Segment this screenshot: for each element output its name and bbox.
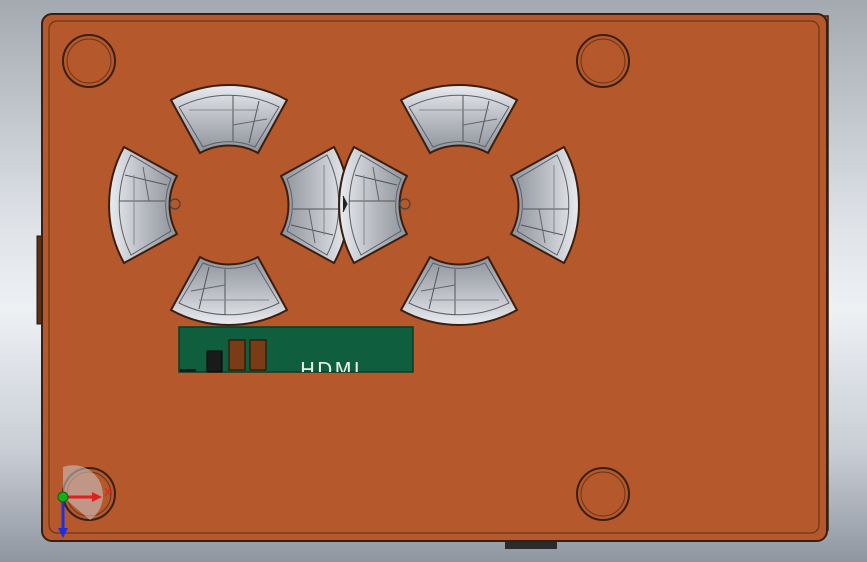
pcb-component-amber-1: [228, 339, 246, 371]
bottom-connector: [505, 541, 557, 549]
pcb-corner-pad: [180, 369, 196, 372]
mounting-hole-top-right[interactable]: [576, 34, 630, 88]
model-render[interactable]: [0, 0, 867, 562]
pcb-silkscreen-label: HDMI: [300, 360, 362, 372]
y-axis-dot: [57, 491, 69, 503]
cad-viewport[interactable]: HDMI X: [0, 0, 867, 562]
mounting-hole-bottom-right[interactable]: [576, 467, 630, 521]
pcb-component-black: [206, 350, 223, 373]
mounting-hole-top-left[interactable]: [62, 34, 116, 88]
x-axis-label: X: [104, 486, 112, 499]
pcb-component-amber-2: [249, 339, 267, 371]
